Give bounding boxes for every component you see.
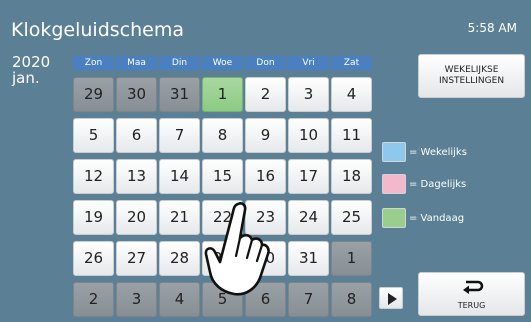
calendar-day[interactable]: 8: [202, 118, 243, 153]
legend-swatch: [382, 174, 406, 194]
calendar-day[interactable]: 7: [159, 118, 200, 153]
calendar-day[interactable]: 17: [288, 159, 329, 194]
next-month-button[interactable]: [379, 287, 403, 309]
calendar-day[interactable]: 5: [73, 118, 114, 153]
calendar-day[interactable]: 3: [116, 282, 157, 317]
weekly-settings-label-1: WEKELIJKSE: [444, 65, 499, 75]
day-header: Din: [159, 56, 200, 70]
year-month: 2020 jan.: [12, 54, 50, 86]
day-header: Vri: [288, 56, 329, 70]
calendar-day[interactable]: 16: [245, 159, 286, 194]
calendar-day[interactable]: 9: [245, 118, 286, 153]
calendar-day[interactable]: 8: [331, 282, 372, 317]
clock: 5:58 AM: [467, 21, 517, 35]
day-header: Woe: [202, 56, 243, 70]
calendar-day-today[interactable]: 1: [202, 77, 243, 112]
calendar-day[interactable]: 18: [331, 159, 372, 194]
calendar-day[interactable]: 11: [331, 118, 372, 153]
calendar-day[interactable]: 20: [116, 200, 157, 235]
day-header: Don: [245, 56, 286, 70]
year-label: 2020: [12, 53, 51, 71]
play-triangle-icon: [388, 293, 397, 305]
day-headers: Zon Maa Din Woe Don Vri Zat: [73, 56, 372, 70]
calendar-day[interactable]: 14: [159, 159, 200, 194]
return-arrow-icon: [463, 280, 484, 294]
legend-swatch: [382, 208, 406, 228]
calendar-day[interactable]: 19: [73, 200, 114, 235]
calendar-day[interactable]: 7: [288, 282, 329, 317]
weekly-settings-label-2: INSTELLINGEN: [438, 76, 505, 86]
legend-item: = Dagelijks: [382, 174, 466, 194]
day-header: Zon: [73, 56, 114, 70]
legend-label: = Dagelijks: [409, 178, 467, 190]
calendar-day[interactable]: 24: [288, 200, 329, 235]
legend-label: = Wekelijks: [409, 146, 467, 158]
calendar-day[interactable]: 28: [159, 241, 200, 276]
legend-swatch: [382, 142, 406, 162]
calendar-day[interactable]: 21: [159, 200, 200, 235]
weekly-settings-button[interactable]: WEKELIJKSE INSTELLINGEN: [418, 54, 525, 98]
back-label: TERUG: [457, 301, 486, 310]
calendar-day[interactable]: 3: [288, 77, 329, 112]
calendar-day[interactable]: 29: [73, 77, 114, 112]
day-header: Zat: [331, 56, 372, 70]
calendar-day[interactable]: 2: [245, 77, 286, 112]
legend-item: = Wekelijks: [382, 142, 467, 162]
calendar-day[interactable]: 25: [331, 200, 372, 235]
calendar-day[interactable]: 10: [288, 118, 329, 153]
screen-title: Klokgeluidschema: [11, 19, 185, 41]
hand-pointer-icon: [204, 202, 270, 296]
day-header: Maa: [116, 56, 157, 70]
calendar-day[interactable]: 30: [116, 77, 157, 112]
legend-item: = Vandaag: [382, 208, 464, 228]
calendar-day[interactable]: 4: [331, 77, 372, 112]
calendar-day[interactable]: 2: [73, 282, 114, 317]
calendar-day[interactable]: 31: [159, 77, 200, 112]
calendar-day[interactable]: 26: [73, 241, 114, 276]
calendar-day[interactable]: 1: [331, 241, 372, 276]
calendar-day[interactable]: 27: [116, 241, 157, 276]
calendar-day[interactable]: 4: [159, 282, 200, 317]
calendar-day[interactable]: 13: [116, 159, 157, 194]
calendar-day[interactable]: 31: [288, 241, 329, 276]
month-label: jan.: [12, 69, 40, 87]
calendar-day[interactable]: 12: [73, 159, 114, 194]
calendar-day[interactable]: 6: [116, 118, 157, 153]
back-button[interactable]: TERUG: [418, 272, 525, 316]
legend-label: = Vandaag: [409, 212, 465, 224]
calendar-day[interactable]: 15: [202, 159, 243, 194]
